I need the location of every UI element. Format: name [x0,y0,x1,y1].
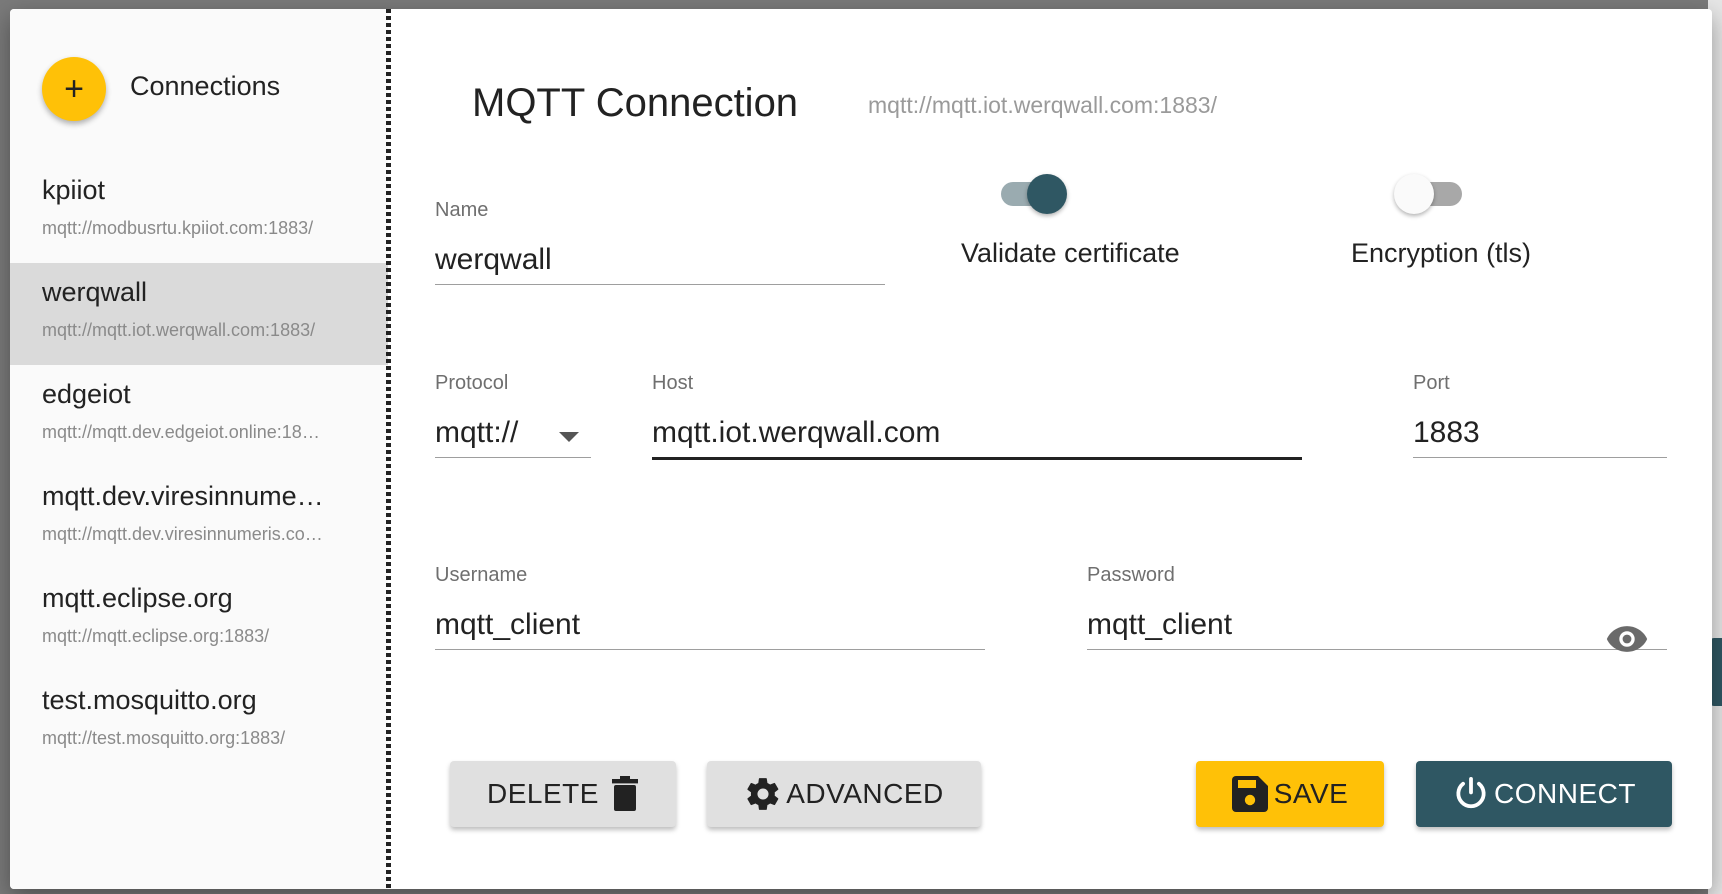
connection-form: MQTT Connection mqtt://mqtt.iot.werqwall… [391,9,1712,889]
protocol-label: Protocol [435,372,509,394]
sidebar-title: Connections [130,71,281,101]
host-label: Host [652,372,694,394]
connection-name: test.mosquitto.org [42,685,257,715]
connect-label: CONNECT [1494,778,1636,809]
connection-name: mqtt.dev.viresinnume… [42,481,324,511]
plus-icon: + [64,70,84,108]
connection-url: mqtt://test.mosquitto.org:1883/ [42,728,286,748]
dropdown-arrow-icon[interactable] [559,432,579,442]
connection-item-eclipse[interactable]: mqtt.eclipse.org mqtt://mqtt.eclipse.org… [10,569,388,671]
delete-button[interactable]: DELETE [450,761,676,827]
advanced-label: ADVANCED [786,778,944,809]
connection-name: kpiiot [42,175,106,205]
name-underline [435,284,885,285]
connection-item-kpiiot[interactable]: kpiiot mqtt://modbusrtu.kpiiot.com:1883/ [10,161,388,263]
host-underline [652,457,1302,460]
connection-url: mqtt://mqtt.dev.viresinnumeris.co… [42,524,323,544]
connection-url: mqtt://modbusrtu.kpiiot.com:1883/ [42,218,314,238]
connection-dialog: + Connections kpiiot mqtt://modbusrtu.kp… [10,9,1712,889]
encryption-toggle[interactable] [1394,174,1468,214]
username-input[interactable]: mqtt_client [435,601,985,649]
connect-button[interactable]: CONNECT [1416,761,1672,827]
connection-url: mqtt://mqtt.iot.werqwall.com:1883/ [42,320,316,340]
password-label: Password [1087,564,1175,586]
host-field[interactable]: Host mqtt.iot.werqwall.com [652,372,1302,460]
name-field[interactable]: Name werqwall [435,199,885,285]
port-input[interactable]: 1883 [1413,409,1667,457]
toggle-thumb [1394,174,1434,214]
save-label: SAVE [1273,778,1349,809]
floppy-disk-icon [1231,776,1268,812]
connection-name: mqtt.eclipse.org [42,583,233,613]
eye-icon[interactable] [1605,624,1649,654]
protocol-select[interactable]: Protocol mqtt:// [435,372,591,458]
username-label: Username [435,564,528,586]
connection-url: mqtt://mqtt.eclipse.org:1883/ [42,626,270,646]
save-button[interactable]: SAVE [1196,761,1384,827]
connection-item-werqwall[interactable]: werqwall mqtt://mqtt.iot.werqwall.com:18… [10,263,388,365]
advanced-button[interactable]: ADVANCED [707,761,981,827]
toggle-thumb [1027,174,1067,214]
page-title: MQTT Connection [472,81,799,125]
encryption-label: Encryption (tls) [1351,238,1532,268]
connection-name: edgeiot [42,379,131,409]
password-underline [1087,649,1667,650]
validate-certificate-toggle[interactable] [993,174,1067,214]
name-label: Name [435,199,489,221]
name-input[interactable]: werqwall [435,236,885,284]
port-label: Port [1413,372,1450,394]
power-icon [1452,775,1490,813]
validate-certificate-label: Validate certificate [961,238,1180,268]
add-connection-button[interactable]: + [42,57,106,121]
connection-url: mqtt://mqtt.dev.edgeiot.online:18… [42,422,320,442]
connection-list: kpiiot mqtt://modbusrtu.kpiiot.com:1883/… [10,161,388,773]
connection-name: werqwall [42,277,148,307]
connection-url-summary: mqtt://mqtt.iot.werqwall.com:1883/ [868,92,1217,118]
host-input[interactable]: mqtt.iot.werqwall.com [652,409,1302,457]
connection-item-mosquitto[interactable]: test.mosquitto.org mqtt://test.mosquitto… [10,671,388,773]
connection-item-edgeiot[interactable]: edgeiot mqtt://mqtt.dev.edgeiot.online:1… [10,365,388,467]
port-field[interactable]: Port 1883 [1413,372,1667,458]
password-input[interactable]: mqtt_client [1087,601,1667,649]
port-underline [1413,457,1667,458]
delete-label: DELETE [487,778,599,809]
password-field[interactable]: Password mqtt_client [1087,564,1667,652]
connection-item-viresinnumeris[interactable]: mqtt.dev.viresinnume… mqtt://mqtt.dev.vi… [10,467,388,569]
protocol-underline [435,457,591,458]
username-underline [435,649,985,650]
username-field[interactable]: Username mqtt_client [435,564,985,650]
connections-sidebar: + Connections kpiiot mqtt://modbusrtu.kp… [10,9,388,889]
gear-icon [744,775,782,813]
trash-icon [611,776,639,812]
